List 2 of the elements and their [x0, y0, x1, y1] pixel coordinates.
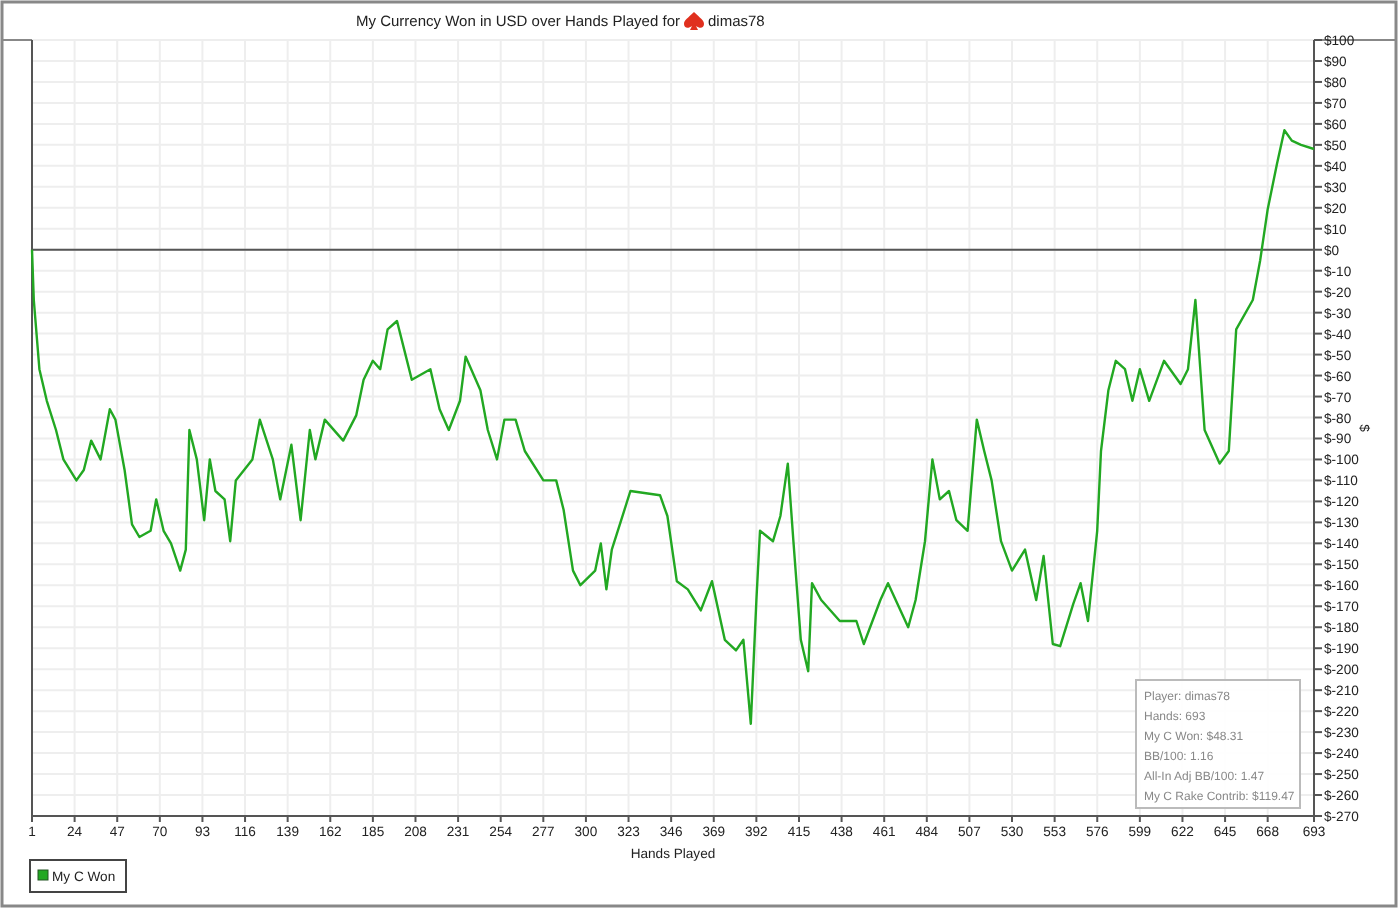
- legend-panel: [29, 859, 127, 893]
- spade-icon: [684, 12, 704, 30]
